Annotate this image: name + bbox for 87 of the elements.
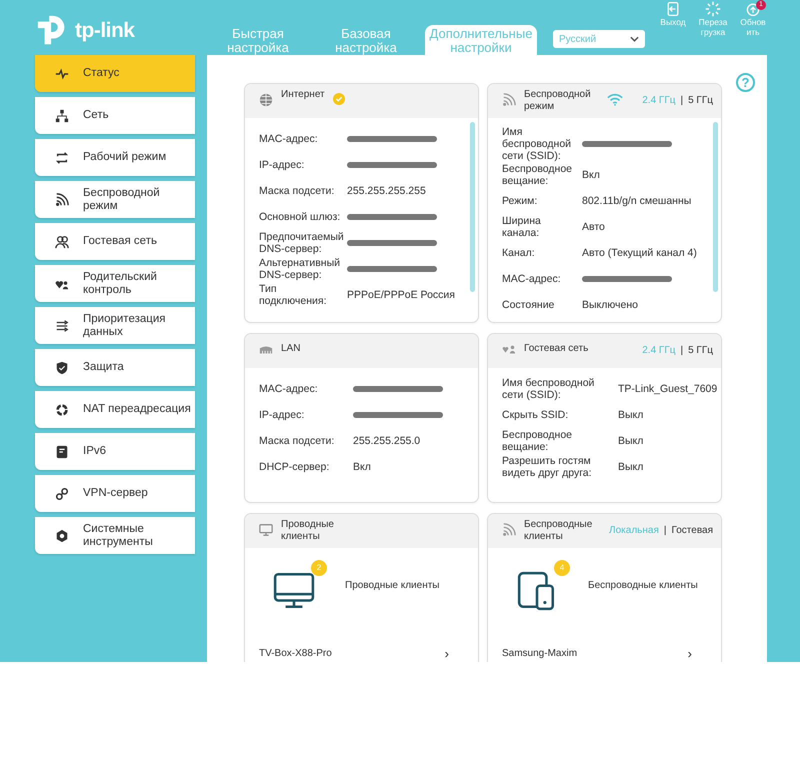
- field-value: Выкл: [618, 409, 644, 421]
- field-label: IP-адрес:: [259, 409, 306, 421]
- field-label: Режим:: [502, 195, 538, 207]
- field-label: Состояние: [502, 299, 556, 311]
- field-label: Предпочитаемый DNS-сервер:: [259, 231, 345, 255]
- chain-icon: [55, 486, 69, 500]
- sidebar-item[interactable]: Рабочий режим: [35, 139, 195, 176]
- card-title: Беспроводные клиенты: [524, 519, 594, 543]
- sidebar-item[interactable]: VPN-сервер: [35, 475, 195, 512]
- restart-icon: [705, 1, 721, 17]
- settings-icon: [55, 528, 69, 542]
- field-label: Маска подсети:: [259, 435, 336, 447]
- sidebar-item[interactable]: Родительский контроль: [35, 265, 195, 302]
- field-label: Скрыть SSID:: [502, 409, 570, 421]
- scrollbar[interactable]: [470, 122, 475, 292]
- sidebar-item[interactable]: Системные инструменты: [35, 517, 195, 554]
- field-label: Маска подсети:: [259, 185, 336, 197]
- client-row[interactable]: TV-Box-X88-Pro ›: [259, 638, 463, 662]
- network-icon: [55, 108, 69, 122]
- card-title: Проводные клиенты: [281, 519, 335, 543]
- ring-icon: [55, 402, 69, 416]
- separator: |: [680, 345, 684, 356]
- field-label: Имя беспроводной сети (SSID):: [502, 126, 572, 162]
- field-label: Альтернативный DNS-сервер:: [259, 257, 342, 281]
- wifi-icon: [502, 523, 516, 537]
- field-value: Авто (Текущий канал 4): [582, 247, 697, 259]
- chevron-down-icon: [630, 36, 639, 42]
- count-badge: 4: [554, 560, 570, 576]
- sidebar-item[interactable]: IPv6: [35, 433, 195, 470]
- field-label: DHCP-сервер:: [259, 461, 330, 473]
- field-label: MAC-адрес:: [259, 383, 319, 395]
- field-value: PPPoE/PPPoE Россия: [347, 289, 455, 301]
- scrollbar[interactable]: [713, 122, 718, 292]
- band-link[interactable]: 5 ГГц: [688, 345, 713, 356]
- field-value: Выкл: [618, 461, 644, 473]
- card-title: Гостевая сеть: [524, 342, 588, 355]
- field-value: 255.255.255.0: [353, 435, 420, 447]
- band-link[interactable]: Гостевая: [671, 525, 713, 536]
- count-badge: 2: [311, 560, 327, 576]
- clients-caption: Беспроводные клиенты: [588, 579, 698, 591]
- card-title: LAN: [281, 342, 300, 355]
- signal-icon: [55, 192, 69, 206]
- field-label: Беспроводное вещание:: [502, 429, 574, 453]
- field-value: Выключено: [582, 299, 638, 311]
- people-icon: [55, 234, 69, 248]
- monitor-icon: [259, 523, 273, 537]
- sidebar-item[interactable]: Беспроводной режим: [35, 181, 195, 218]
- pulse-icon: [55, 66, 69, 80]
- field-value: Авто: [582, 221, 605, 233]
- field-label: Основной шлюз:: [259, 211, 342, 223]
- sidebar-item[interactable]: Гостевая сеть: [35, 223, 195, 260]
- clients-caption: Проводные клиенты: [345, 579, 440, 591]
- field-value: Вкл: [582, 169, 600, 181]
- wifi-icon: [502, 93, 516, 107]
- shield-icon: [55, 360, 69, 374]
- field-label: Беспроводное вещание:: [502, 163, 574, 187]
- separator: |: [680, 95, 684, 106]
- field-label: IP-адрес:: [259, 159, 306, 171]
- field-label: MAC-адрес:: [259, 133, 319, 145]
- band-link[interactable]: 5 ГГц: [688, 95, 713, 106]
- field-value: Выкл: [618, 435, 644, 447]
- field-label: MAC-адрес:: [502, 273, 562, 285]
- document-icon: [55, 444, 69, 458]
- field-label: Разрешить гостям видеть друг друга:: [502, 455, 593, 479]
- field-label: Имя беспроводной сети (SSID):: [502, 377, 596, 401]
- logo-text: tp-link: [75, 19, 134, 43]
- field-label: Тип подключения:: [259, 283, 328, 307]
- field-value: 802.11b/g/n смешанны: [582, 195, 692, 207]
- list-icon: [55, 318, 69, 332]
- sidebar-item[interactable]: Защита: [35, 349, 195, 386]
- field-value: Вкл: [353, 461, 371, 473]
- field-label: Ширина канала:: [502, 215, 542, 239]
- field-value: TP-Link_Guest_7609: [618, 383, 718, 395]
- separator: |: [664, 525, 666, 536]
- sidebar-item[interactable]: Приоритезация данных: [35, 307, 195, 344]
- sidebar-item[interactable]: Сеть: [35, 97, 195, 134]
- sidebar-item[interactable]: Статус: [35, 55, 195, 92]
- field-label: Канал:: [502, 247, 536, 259]
- globe-icon: [259, 93, 273, 107]
- card-title: Интернет: [281, 89, 325, 101]
- logout-icon: [665, 1, 681, 17]
- card-title: Беспроводной режим: [524, 89, 592, 113]
- client-row[interactable]: Samsung-Maxim ›: [502, 638, 706, 662]
- swap-icon: [55, 150, 69, 164]
- update-icon: [745, 1, 761, 17]
- sidebar-item[interactable]: NAT переадресация: [35, 391, 195, 428]
- field-value: 255.255.255.255: [347, 185, 426, 197]
